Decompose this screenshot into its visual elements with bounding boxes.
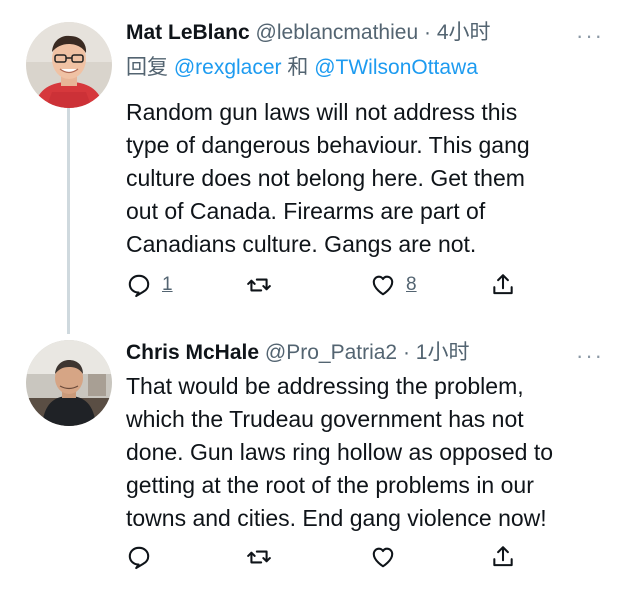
like-button[interactable] (370, 540, 396, 574)
tweet-text-line: done. Gun laws ring hollow as opposed to (126, 439, 554, 465)
tweet-actions (126, 540, 526, 574)
retweet-icon (247, 550, 271, 564)
tweet-text-line: Canadians culture. Gangs are not. (126, 231, 477, 257)
tweet-1[interactable]: Mat LeBlanc @leblancmathieu · 4小时 ··· 回复… (0, 0, 624, 330)
avatar-image (26, 22, 112, 108)
tweet-text-line: which the Trudeau government has not (126, 406, 524, 432)
tweet-text-line: Random gun laws will not address this (126, 99, 518, 125)
mention-link[interactable]: @TWilsonOttawa (314, 56, 478, 79)
reply-prefix: 回复 (126, 56, 168, 79)
reply-icon (128, 546, 150, 570)
tweet-text-line: type of dangerous behaviour. This gang (126, 132, 530, 158)
display-name[interactable]: Chris McHale (126, 341, 259, 364)
share-icon (493, 546, 513, 567)
tweet-text: Random gun laws will not address this ty… (126, 96, 606, 261)
tweet-2[interactable]: Chris McHale @Pro_Patria2 · 1小时 ··· That… (0, 330, 624, 598)
retweet-button[interactable] (246, 540, 272, 574)
retweet-icon (247, 278, 271, 292)
tweet-header: Mat LeBlanc @leblancmathieu · 4小时 (126, 18, 491, 48)
share-button[interactable] (490, 268, 516, 302)
tweet-text-line: culture does not belong here. Get them (126, 165, 525, 191)
more-icon[interactable]: ··· (576, 25, 604, 47)
timestamp[interactable]: 1小时 (416, 341, 470, 364)
reply-count: 1 (162, 274, 173, 295)
handle[interactable]: @leblancmathieu (256, 21, 419, 44)
replying-to: 回复 @rexglacer 和 @TWilsonOttawa (126, 53, 478, 83)
like-icon (372, 547, 394, 568)
separator: · (402, 341, 410, 364)
reply-button[interactable] (126, 540, 152, 574)
retweet-button[interactable] (246, 268, 272, 302)
timestamp[interactable]: 4小时 (437, 21, 491, 44)
reply-icon (128, 274, 150, 298)
tweet-text-line: towns and cities. End gang violence now! (126, 505, 547, 531)
handle[interactable]: @Pro_Patria2 (265, 341, 397, 364)
reply-button[interactable]: 1 (126, 268, 173, 302)
share-button[interactable] (490, 540, 516, 574)
tweet-actions: 1 8 (126, 268, 526, 302)
tweet-text: That would be addressing the problem, wh… (126, 370, 606, 535)
tweet-text-line: getting at the root of the problems in o… (126, 472, 534, 498)
avatar[interactable] (26, 340, 112, 426)
tweet-header: Chris McHale @Pro_Patria2 · 1小时 (126, 338, 469, 368)
tweet-text-line: That would be addressing the problem, (126, 373, 524, 399)
reply-joiner: 和 (287, 56, 309, 79)
like-count: 8 (406, 274, 417, 295)
like-icon (372, 275, 394, 296)
display-name[interactable]: Mat LeBlanc (126, 21, 250, 44)
mention-link[interactable]: @rexglacer (174, 56, 282, 79)
separator: · (423, 21, 431, 44)
more-icon[interactable]: ··· (576, 345, 604, 367)
tweet-text-line: out of Canada. Firearms are part of (126, 198, 486, 224)
avatar-image (26, 340, 112, 426)
avatar[interactable] (26, 22, 112, 108)
share-icon (493, 274, 513, 295)
like-button[interactable]: 8 (370, 268, 417, 302)
